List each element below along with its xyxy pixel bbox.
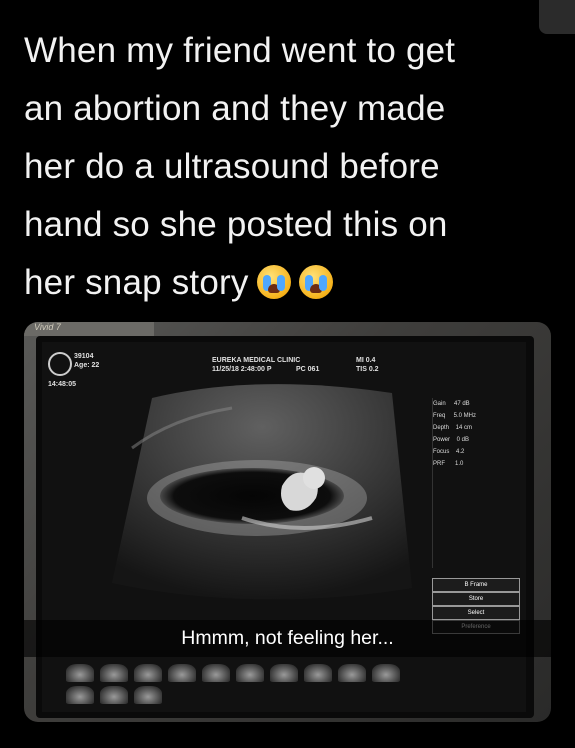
logo-icon <box>48 352 72 376</box>
thumbnail <box>372 664 400 682</box>
panel-row: Freq 5.0 MHz <box>433 413 477 419</box>
measurement-panel: Gain 47 dB Freq 5.0 MHz Depth 14 cm Powe… <box>432 398 519 568</box>
monitor-brand: Vivid 7 <box>24 322 154 336</box>
thumbnail <box>236 664 264 682</box>
code-mi: MI 0.4 <box>356 357 376 364</box>
thumbnail <box>270 664 298 682</box>
ultrasound-photo: Vivid 7 39104 Age: 22 14:48:05 EUREKA ME… <box>24 322 551 722</box>
ultrasound-scan <box>112 384 412 600</box>
code-tis: TIS 0.2 <box>356 366 379 373</box>
patient-id: 39104 <box>74 353 94 360</box>
thumbnail <box>134 686 162 704</box>
clinic-name: EUREKA MEDICAL CLINIC <box>212 357 301 364</box>
thumbnail <box>66 664 94 682</box>
crying-face-emoji-icon <box>256 265 291 299</box>
thumbnail <box>202 664 230 682</box>
panel-row: PRF 1.0 <box>433 461 464 467</box>
post-caption: When my friend went to get an abortion a… <box>24 22 544 312</box>
panel-row: Depth 14 cm <box>433 425 473 431</box>
panel-button: Select <box>432 606 520 620</box>
thumbnail <box>66 686 94 704</box>
panel-row: Power 0 dB <box>433 437 470 443</box>
panel-row: Gain 47 dB <box>433 401 470 407</box>
thumbnail-strip <box>66 658 426 706</box>
thumbnail <box>134 664 162 682</box>
corner-tab <box>539 0 575 34</box>
patient-age: Age: 22 <box>74 362 100 369</box>
monitor-bezel: 39104 Age: 22 14:48:05 EUREKA MEDICAL CL… <box>36 336 534 718</box>
thumbnail <box>338 664 366 682</box>
panel-button: B Frame <box>432 578 520 592</box>
thumbnail <box>304 664 332 682</box>
thumbnail <box>100 664 128 682</box>
scan-time: 14:48:05 <box>48 381 77 388</box>
caption-text: When my friend went to get an abortion a… <box>24 31 456 302</box>
panel-row: Focus 4.2 <box>433 449 465 455</box>
clinic-date: 11/25/18 2:48:00 P <box>212 366 272 373</box>
thumbnail <box>168 664 196 682</box>
code-pc: PC 061 <box>296 366 320 373</box>
panel-button: Store <box>432 592 520 606</box>
thumbnail <box>100 686 128 704</box>
crying-face-emoji-icon <box>298 265 333 299</box>
snap-caption-bar: Hmmm, not feeling her... <box>24 620 551 657</box>
